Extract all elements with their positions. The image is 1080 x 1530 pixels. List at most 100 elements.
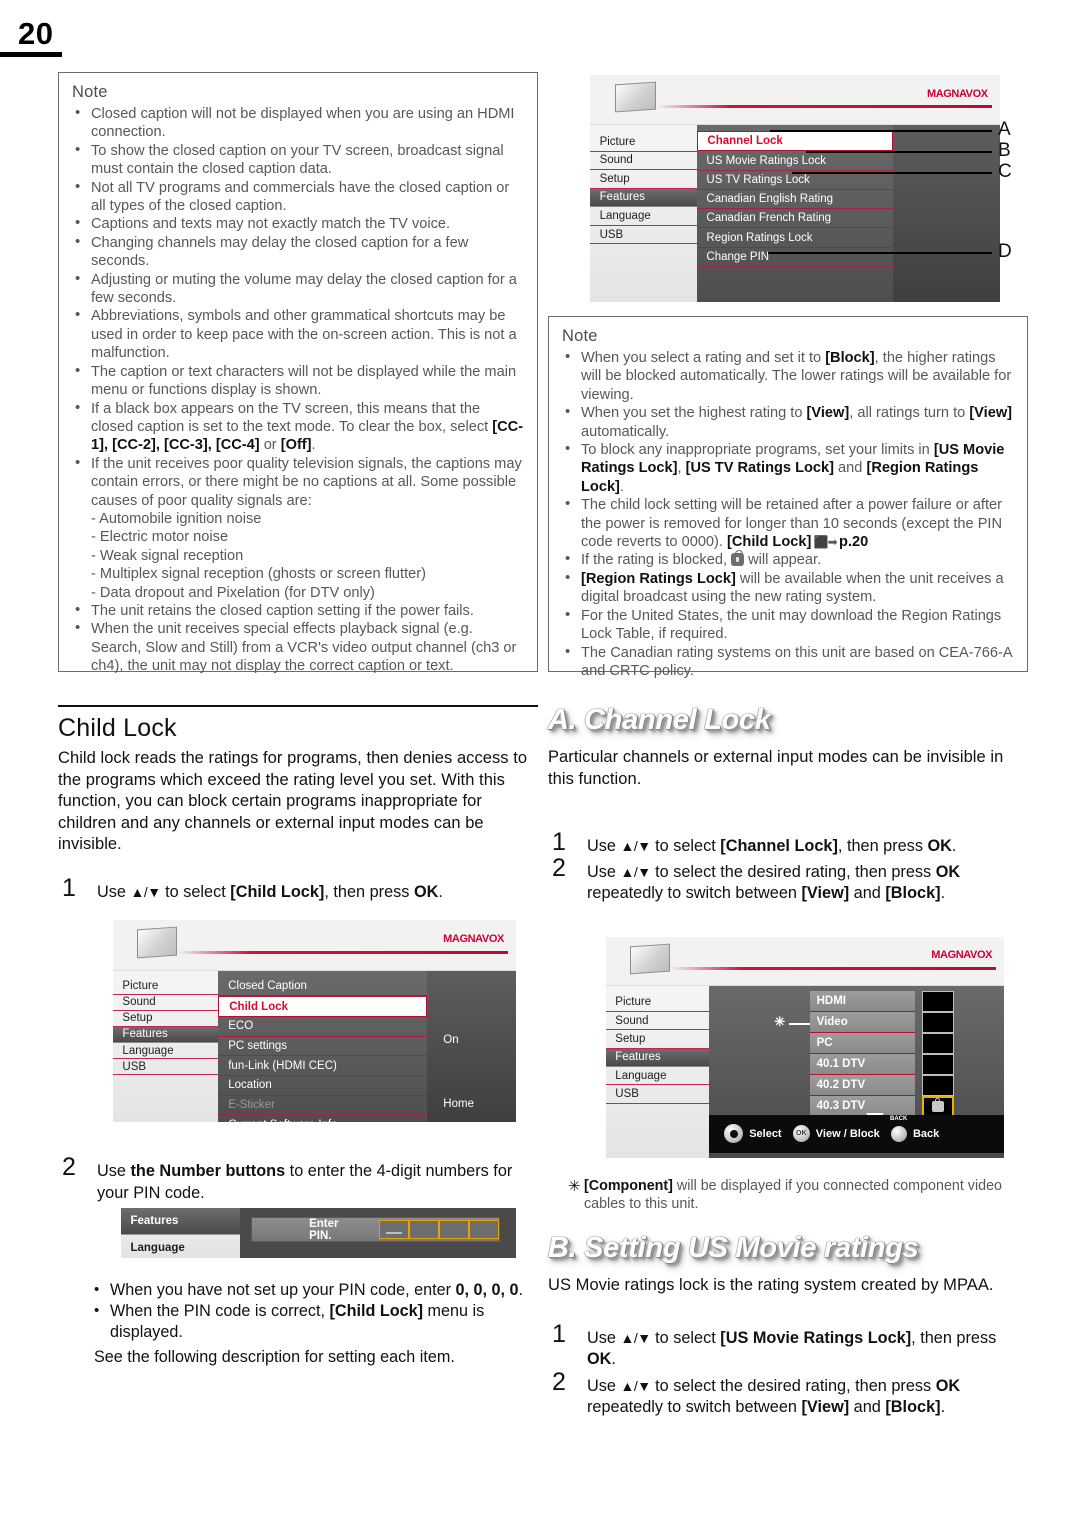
list-item[interactable]: 40.3 DTV <box>809 1095 975 1117</box>
channel-state-pc[interactable] <box>921 1032 954 1054</box>
channel-label-403dtv[interactable]: 40.3 DTV <box>809 1095 915 1117</box>
sidebar-item-picture[interactable]: Picture <box>113 979 218 995</box>
sidebar-item-features[interactable]: Features <box>113 1026 218 1044</box>
step-text: . <box>951 837 957 855</box>
menu-item-us-movie-ratings-lock[interactable]: US Movie Ratings Lock <box>696 151 894 171</box>
channel-label-401dtv[interactable]: 40.1 DTV <box>809 1053 915 1075</box>
list-item: Adjusting or muting the volume may delay… <box>72 270 525 308</box>
footbar-view-block[interactable]: OK View / Block <box>792 1125 880 1143</box>
step-text: to select <box>160 882 231 901</box>
list-item[interactable]: 40.1 DTV <box>809 1053 975 1075</box>
page-number-rule <box>0 52 62 57</box>
menu-item-current-software-info[interactable]: Current Software Info <box>218 1115 428 1122</box>
magnavox-logo: MAGNAVOX <box>443 932 504 945</box>
block-ref: [Block] <box>885 1398 941 1416</box>
channel-label-hdmi[interactable]: HDMI <box>809 990 915 1012</box>
sidebar-item-picture[interactable]: Picture <box>606 994 710 1012</box>
list-item[interactable]: 40.2 DTV <box>809 1074 975 1096</box>
list-item: For the United States, the unit may down… <box>562 606 1015 644</box>
sidebar-item-usb[interactable]: USB <box>113 1059 218 1076</box>
sidebar-item-features[interactable]: Features <box>590 188 697 208</box>
footbar-label: Select <box>749 1127 782 1140</box>
step-number: 1 <box>62 873 76 902</box>
footbar-label: View / Block <box>815 1127 880 1140</box>
us-movie-section: B. Setting US Movie ratings US Movie rat… <box>548 1232 1028 1419</box>
menu-item-child-lock[interactable]: Child Lock <box>217 996 428 1017</box>
menu-item-channel-lock[interactable]: Channel Lock <box>696 131 894 152</box>
osd-channel-area: ✳ HDMI Video PC 40.1 DTV 40.2 DTV 40.3 D… <box>709 986 1004 1158</box>
back-button-label: BACK <box>889 1115 908 1122</box>
list-item[interactable]: HDMI <box>809 990 975 1012</box>
black-box-end: . <box>311 437 316 454</box>
bullet-text: . <box>518 1281 524 1299</box>
pin-cell-3[interactable] <box>439 1220 470 1239</box>
sidebar-item-language[interactable]: Language <box>113 1043 218 1060</box>
number-buttons-ref: the Number buttons <box>130 1162 286 1180</box>
view-ref: [View] <box>801 1398 850 1416</box>
menu-item-pc-settings[interactable]: PC settings <box>217 1037 428 1057</box>
sidebar-item-usb[interactable]: USB <box>606 1085 710 1104</box>
osd-pin-entry: Features Language Enter PIN. <box>121 1208 516 1258</box>
pin-cell-2[interactable] <box>409 1220 440 1239</box>
callout-leader-d <box>768 252 992 255</box>
component-footnote: ✳ [Component] will be displayed if you co… <box>548 1177 1028 1213</box>
list-item[interactable]: PC <box>809 1032 975 1054</box>
list-item[interactable]: Video <box>809 1011 975 1033</box>
channel-state-403dtv[interactable] <box>921 1095 954 1117</box>
callout-letter-d: D <box>998 241 1012 262</box>
sidebar-item-features[interactable]: Features <box>606 1048 710 1068</box>
cause-item: - Automobile ignition noise <box>91 510 262 527</box>
step-text: Use <box>97 1162 131 1180</box>
sidebar-item-sound[interactable]: Sound <box>113 995 218 1011</box>
note-text: will appear. <box>744 552 822 569</box>
channel-label-video[interactable]: Video <box>809 1011 915 1033</box>
sidebar-item-sound[interactable]: Sound <box>606 1012 710 1031</box>
sidebar-item-language[interactable]: Language <box>590 207 697 226</box>
menu-item-location[interactable]: Location <box>217 1076 428 1096</box>
closed-caption-note-box: Note Closed caption will not be displaye… <box>58 72 538 674</box>
step-number: 2 <box>62 1153 76 1181</box>
callout-letter-a: A <box>998 119 1011 140</box>
menu-item-change-pin[interactable]: Change PIN <box>696 248 894 268</box>
channel-state-401dtv[interactable] <box>921 1053 954 1075</box>
sidebar-item-picture[interactable]: Picture <box>590 133 697 152</box>
sidebar-item-setup[interactable]: Setup <box>113 1011 218 1027</box>
sidebar-item-features[interactable]: Features <box>121 1208 240 1236</box>
list-item: When you select a rating and set it to [… <box>562 348 1015 404</box>
menu-item-eco[interactable]: ECO <box>217 1017 428 1037</box>
list-item: Abbreviations, symbols and other grammat… <box>72 306 525 362</box>
channel-label-pc[interactable]: PC <box>809 1032 915 1054</box>
menu-item-canadian-french-rating[interactable]: Canadian French Rating <box>696 209 894 229</box>
footbar-back[interactable]: BACK Back <box>890 1116 939 1142</box>
channel-lock-intro: Particular channels or external input mo… <box>548 748 1004 788</box>
channel-lock-section: A. Channel Lock Particular channels or e… <box>548 704 1028 905</box>
sidebar-item-language[interactable]: Language <box>606 1067 710 1086</box>
osd-body: Picture Sound Setup Features Language US… <box>606 985 1004 1158</box>
pin-cell-1[interactable] <box>379 1220 410 1239</box>
sidebar-item-sound[interactable]: Sound <box>590 152 697 171</box>
channel-state-hdmi[interactable] <box>921 990 954 1012</box>
step-text: to select <box>650 837 721 855</box>
sidebar-item-usb[interactable]: USB <box>590 226 697 245</box>
channel-state-402dtv[interactable] <box>921 1074 954 1096</box>
menu-item-closed-caption[interactable]: Closed Caption <box>217 977 428 997</box>
menu-item-fun-link[interactable]: fun-Link (HDMI CEC) <box>217 1056 428 1076</box>
view-ref: [View] <box>801 884 850 902</box>
sidebar-item-setup[interactable]: Setup <box>606 1030 710 1049</box>
pin-cell-4[interactable] <box>469 1220 500 1239</box>
channel-state-video[interactable] <box>921 1011 954 1033</box>
step-text: Use <box>587 1328 621 1347</box>
note-text: . <box>619 478 624 495</box>
pin-cells[interactable] <box>379 1220 500 1239</box>
channel-lock-heading: A. Channel Lock <box>548 704 771 736</box>
sidebar-item-setup[interactable]: Setup <box>590 170 697 189</box>
menu-item-region-ratings-lock[interactable]: Region Ratings Lock <box>696 228 894 248</box>
osd-category-list: Picture Sound Setup Features Language US… <box>113 970 218 1122</box>
footbar-select[interactable]: Select <box>724 1124 782 1144</box>
header-red-line <box>669 966 997 970</box>
channel-label-402dtv[interactable]: 40.2 DTV <box>809 1074 915 1096</box>
menu-item-canadian-english-rating[interactable]: Canadian English Rating <box>696 190 894 210</box>
list-item: If the rating is blocked, will appear. <box>562 550 1015 569</box>
sidebar-item-language[interactable]: Language <box>121 1235 240 1258</box>
tv-icon <box>137 926 178 959</box>
